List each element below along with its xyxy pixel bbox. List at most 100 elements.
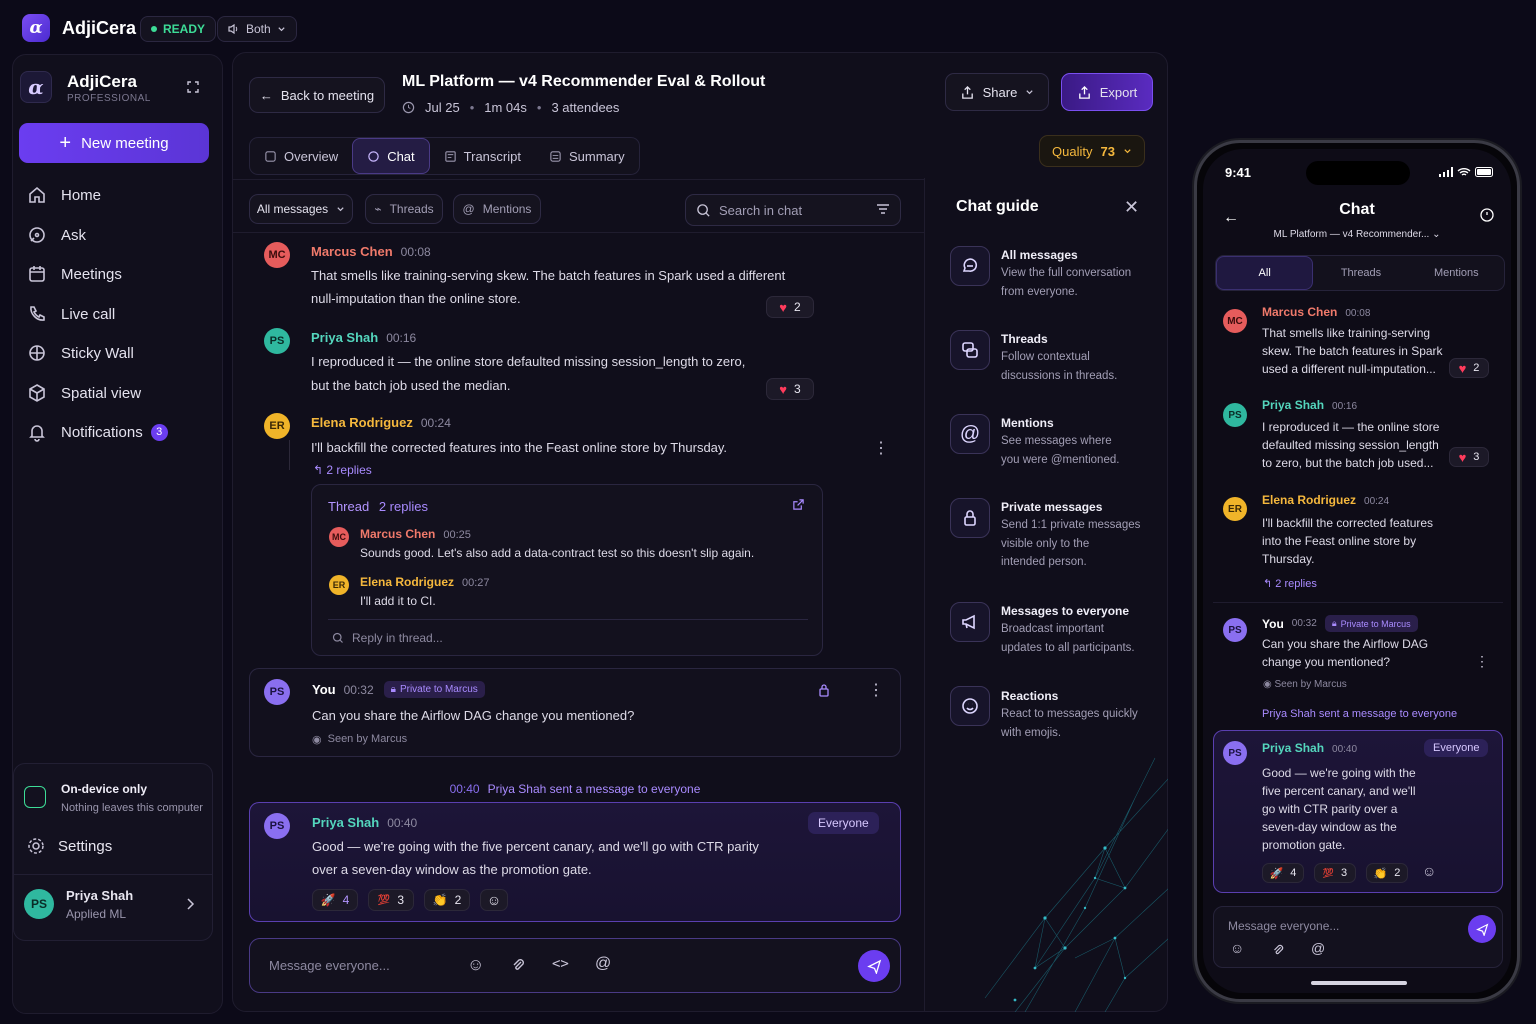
add-reaction-icon[interactable]: ☺ <box>1422 863 1436 879</box>
message-header: Elena Rodriguez 00:24 <box>1262 493 1390 507</box>
private-tag: 🔒︎ Private to Marcus <box>383 681 485 698</box>
sidebar-item-notifications[interactable]: Notifications 3 <box>25 415 213 449</box>
meeting-meta: Jul 25 • 1m 04s • 3 attendees <box>402 100 619 115</box>
sidebar-item-home[interactable]: Home <box>25 178 213 212</box>
thread-replies-link[interactable]: ↰ 2 replies <box>313 463 372 477</box>
tab-bar: Overview Chat Transcript Summary <box>249 137 640 175</box>
thread-reply-input[interactable]: Reply in thread... <box>332 631 443 645</box>
reaction-hundred[interactable]: 💯 3 <box>368 889 414 911</box>
filter-mentions[interactable]: @ Mentions <box>453 194 541 224</box>
new-meeting-button[interactable]: + New meeting <box>19 123 209 163</box>
message-header: You 00:32 🔒︎ Private to Marcus <box>312 681 485 698</box>
chevron-right-icon[interactable] <box>186 897 196 911</box>
emoji-icon[interactable]: ☺ <box>467 955 484 975</box>
thread-title: Thread 2 replies <box>328 499 428 514</box>
attach-icon[interactable] <box>1271 943 1285 957</box>
lock-icon: 🔒︎ <box>1331 618 1337 628</box>
message-header: Marcus Chen 00:08 <box>1262 305 1371 319</box>
chat-bubble-icon[interactable] <box>1479 207 1495 223</box>
more-options-icon[interactable]: ⋮ <box>868 680 884 700</box>
divider <box>233 232 925 233</box>
tab-overview[interactable]: Overview <box>250 138 352 174</box>
reaction-heart[interactable]: ♥ 2 <box>1449 358 1489 378</box>
sidebar-item-live-call[interactable]: Live call <box>25 297 213 331</box>
settings-button[interactable]: Settings <box>26 836 112 856</box>
reaction-heart[interactable]: ♥ 2 <box>766 296 814 318</box>
send-button[interactable] <box>858 950 890 982</box>
reaction-rocket[interactable]: 🚀 4 <box>1262 863 1304 883</box>
back-button[interactable]: ← Back to meeting <box>249 77 385 113</box>
signal-icon <box>1439 167 1453 177</box>
collapse-sidebar-icon[interactable] <box>185 79 201 95</box>
filter-all-messages[interactable]: All messages <box>249 194 353 224</box>
tab-summary[interactable]: Summary <box>535 138 639 174</box>
reaction-heart[interactable]: ♥ 3 <box>766 378 814 400</box>
thread-replies-link[interactable]: ↰ 2 replies <box>1263 577 1317 590</box>
reply-text: I'll add it to CI. <box>360 594 436 608</box>
top-bar: α AdjiCera READY Both <box>0 0 1536 56</box>
mention-icon[interactable]: @ <box>595 955 611 973</box>
filter-threads[interactable]: ⌁ Threads <box>365 194 443 224</box>
eye-icon: ◉ <box>1263 679 1275 690</box>
more-options-icon[interactable]: ⋮ <box>873 438 889 458</box>
sidebar-item-sticky-wall[interactable]: Sticky Wall <box>25 336 213 370</box>
share-button[interactable]: Share <box>945 73 1049 111</box>
message-composer[interactable]: Message everyone... ☺ <> @ <box>249 938 901 993</box>
user-avatar: PS <box>24 889 54 919</box>
lock-icon <box>950 498 990 538</box>
shield-icon <box>24 786 46 808</box>
spatial-icon <box>29 384 45 402</box>
reply-icon: ↰ <box>1263 578 1276 590</box>
user-name: Priya Shah <box>66 888 134 903</box>
phone-composer[interactable]: Message everyone... ☺ @ <box>1213 906 1503 968</box>
calendar-icon <box>29 266 45 282</box>
sidebar-item-spatial-view[interactable]: Spatial view <box>25 376 213 410</box>
reaction-rocket[interactable]: 🚀 4 <box>312 889 358 911</box>
send-button[interactable] <box>1468 915 1496 943</box>
sidebar-item-ask[interactable]: Ask <box>25 218 213 252</box>
phone-tab-threads[interactable]: Threads <box>1313 256 1408 290</box>
chevron-down-icon: ⌄ <box>1432 229 1441 240</box>
lock-icon <box>818 683 830 697</box>
message-header: Priya Shah 00:16 <box>311 330 417 345</box>
reaction-heart[interactable]: ♥ 3 <box>1449 447 1489 467</box>
filter-icon[interactable] <box>876 203 890 217</box>
eye-icon: ◉ <box>312 734 322 746</box>
mention-icon[interactable]: @ <box>1311 940 1325 956</box>
reaction-clap[interactable]: 👏 2 <box>1366 863 1408 883</box>
emoji-icon[interactable]: ☺ <box>1230 940 1244 956</box>
message-text: I'll backfill the corrected features into… <box>1262 516 1434 566</box>
phone-tab-all[interactable]: All <box>1216 256 1314 290</box>
add-reaction-button[interactable]: ☺ <box>480 889 508 911</box>
sidebar-item-meetings[interactable]: Meetings <box>25 257 213 291</box>
battery-icon <box>1475 167 1493 177</box>
export-button[interactable]: Export <box>1061 73 1153 111</box>
reaction-hundred[interactable]: 💯 3 <box>1314 863 1356 883</box>
chevron-down-icon <box>337 206 344 211</box>
reaction-clap[interactable]: 👏 2 <box>424 889 470 911</box>
avatar: PS <box>264 679 290 705</box>
export-icon <box>1078 85 1090 99</box>
message-text: Good — we're going with the five percent… <box>312 839 759 854</box>
more-options-icon[interactable]: ⋮ <box>1475 653 1489 670</box>
open-thread-icon[interactable] <box>792 498 805 511</box>
mode-dropdown[interactable]: Both <box>217 16 297 42</box>
notifications-badge: 3 <box>150 423 168 441</box>
quality-dropdown[interactable]: Quality 73 <box>1039 135 1145 167</box>
tab-transcript[interactable]: Transcript <box>430 138 535 174</box>
arrow-left-icon: ← <box>259 87 273 103</box>
phone-tab-mentions[interactable]: Mentions <box>1409 256 1504 290</box>
close-icon[interactable]: ✕ <box>1124 198 1139 216</box>
message-header: Elena Rodriguez 00:24 <box>311 415 451 430</box>
code-icon[interactable]: <> <box>552 956 569 972</box>
phone-mockup: 9:41 ← Chat ML Platform — v4 Recommender… <box>1194 140 1520 1002</box>
guide-item-reactions: Reactions React to messages quickly with … <box>1001 689 1138 739</box>
threads-icon: ⌁ <box>374 202 382 216</box>
composer-placeholder: Message everyone... <box>1228 919 1340 933</box>
divider <box>14 874 212 875</box>
tab-chat[interactable]: Chat <box>352 138 430 174</box>
chat-search-input[interactable]: Search in chat <box>685 194 901 226</box>
phone-subtitle[interactable]: ML Platform — v4 Recommender... ⌄ <box>1203 229 1511 240</box>
message-header: Marcus Chen 00:08 <box>311 244 431 259</box>
attach-icon[interactable] <box>510 957 526 973</box>
